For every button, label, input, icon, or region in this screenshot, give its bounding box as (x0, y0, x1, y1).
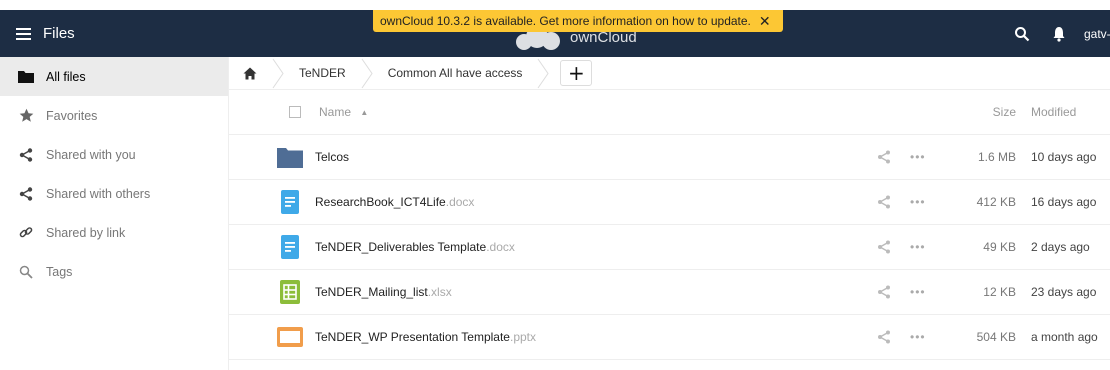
sidebar-item-tags[interactable]: Tags (0, 252, 228, 291)
file-name[interactable]: TeNDER_WP Presentation Template.pptx (315, 330, 876, 344)
file-name[interactable]: Telcos (315, 150, 876, 164)
column-header-modified[interactable]: Modified (1016, 105, 1110, 119)
file-size: 49 KB (983, 240, 1016, 254)
share-icon (18, 186, 34, 202)
sidebar-item-label: Tags (46, 264, 73, 279)
file-modified: a month ago (1031, 330, 1098, 344)
app-navigation: All files Favorites Shared with you Shar… (0, 57, 229, 370)
sidebar-item-shared-with-others[interactable]: Shared with others (0, 174, 228, 213)
sidebar-item-label: Favorites (46, 108, 98, 123)
share-icon[interactable] (876, 329, 892, 345)
update-notice-text[interactable]: ownCloud 10.3.2 is available. Get more i… (380, 14, 751, 28)
file-extension: .pptx (509, 330, 536, 344)
column-header-size[interactable]: Size (952, 105, 1016, 119)
file-name[interactable]: TeNDER_Deliverables Template.docx (315, 240, 876, 254)
table-row[interactable]: TeNDER_Mailing_list.xlsx ••• 12 KB 23 da… (229, 270, 1110, 315)
file-basename: TeNDER_Mailing_list (315, 285, 428, 299)
file-extension: .docx (486, 240, 515, 254)
more-actions-icon[interactable]: ••• (910, 285, 934, 299)
file-modified: 2 days ago (1031, 240, 1090, 254)
more-actions-icon[interactable]: ••• (910, 195, 934, 209)
app-menu-toggle[interactable]: Files (0, 10, 75, 57)
more-actions-icon[interactable]: ••• (910, 150, 934, 164)
share-icon[interactable] (876, 284, 892, 300)
table-row[interactable]: ResearchBook_ICT4Life.docx ••• 412 KB 16… (229, 180, 1110, 225)
file-basename: Telcos (315, 150, 350, 164)
share-icon (18, 147, 34, 163)
more-actions-icon[interactable]: ••• (910, 330, 934, 344)
file-extension: .xlsx (427, 285, 452, 299)
table-row[interactable]: Telcos ••• 1.6 MB 10 days ago (229, 135, 1110, 180)
sidebar-item-label: Shared by link (46, 225, 126, 240)
sidebar-item-shared-by-link[interactable]: Shared by link (0, 213, 228, 252)
app-title: Files (43, 25, 75, 42)
table-row[interactable]: TeNDER_WP Presentation Template.pptx •••… (229, 315, 1110, 360)
close-icon[interactable]: ✕ (759, 14, 771, 28)
home-icon (243, 67, 257, 79)
file-basename: TeNDER_WP Presentation Template (315, 330, 510, 344)
search-icon[interactable] (1014, 26, 1030, 42)
tag-search-icon (18, 264, 34, 280)
share-icon[interactable] (876, 194, 892, 210)
file-size: 1.6 MB (977, 150, 1016, 164)
breadcrumb-separator (361, 58, 373, 88)
column-header-name[interactable]: Name ▲ (319, 105, 952, 119)
document-icon (276, 188, 304, 216)
breadcrumb-separator (272, 58, 284, 88)
more-actions-icon[interactable]: ••• (910, 240, 934, 254)
star-icon (18, 108, 34, 124)
sort-ascending-icon: ▲ (360, 108, 369, 118)
breadcrumb-item[interactable]: TeNDER (285, 57, 360, 90)
sidebar-item-label: All files (46, 69, 86, 84)
new-file-button[interactable]: + (560, 60, 593, 86)
select-all-checkbox[interactable] (289, 106, 301, 118)
sidebar-item-all-files[interactable]: All files (0, 57, 228, 96)
document-icon (276, 233, 304, 261)
file-list-header: Name ▲ Size Modified (229, 90, 1110, 135)
update-notice[interactable]: ownCloud 10.3.2 is available. Get more i… (373, 10, 783, 32)
column-name-label: Name (319, 105, 352, 119)
bell-icon[interactable] (1052, 26, 1066, 42)
file-size: 504 KB (976, 330, 1016, 344)
sidebar-item-favorites[interactable]: Favorites (0, 96, 228, 135)
file-basename: TeNDER_Deliverables Template (315, 240, 487, 254)
link-icon (18, 225, 34, 241)
file-modified: 16 days ago (1031, 195, 1097, 209)
presentation-icon (276, 323, 304, 351)
file-extension: .docx (445, 195, 475, 209)
file-modified: 23 days ago (1031, 285, 1097, 299)
file-list: Name ▲ Size Modified Telcos ••• 1.6 MB 1… (229, 90, 1110, 360)
sidebar-item-label: Shared with others (46, 186, 151, 201)
share-icon[interactable] (876, 149, 892, 165)
breadcrumb-home[interactable] (229, 57, 271, 90)
sidebar-item-shared-with-you[interactable]: Shared with you (0, 135, 228, 174)
sidebar-item-label: Shared with you (46, 147, 136, 162)
spreadsheet-icon (276, 278, 304, 306)
user-menu[interactable]: gatv-oc (1084, 27, 1110, 41)
breadcrumb-separator (538, 58, 550, 88)
folder-icon (18, 69, 34, 85)
breadcrumb-item[interactable]: Common All have access (374, 57, 537, 90)
hamburger-icon (16, 27, 31, 40)
file-name[interactable]: ResearchBook_ICT4Life.docx (315, 195, 876, 209)
folder-icon (276, 143, 304, 171)
file-modified: 10 days ago (1031, 150, 1097, 164)
breadcrumb: TeNDER Common All have access + (229, 57, 1110, 90)
table-row[interactable]: TeNDER_Deliverables Template.docx ••• 49… (229, 225, 1110, 270)
share-icon[interactable] (876, 239, 892, 255)
file-basename: ResearchBook_ICT4Life (315, 195, 446, 209)
file-size: 412 KB (976, 195, 1016, 209)
file-size: 12 KB (983, 285, 1016, 299)
file-name[interactable]: TeNDER_Mailing_list.xlsx (315, 285, 876, 299)
